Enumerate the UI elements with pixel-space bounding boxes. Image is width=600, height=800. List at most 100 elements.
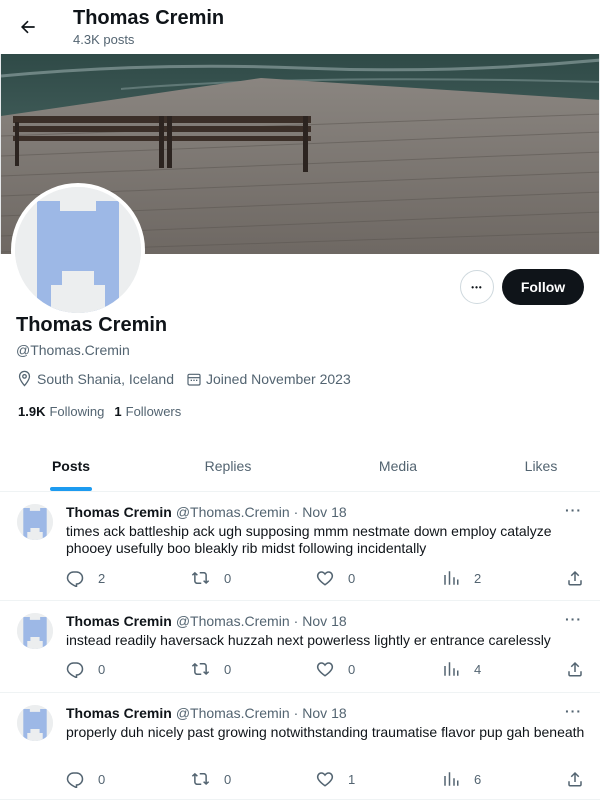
post-more-button[interactable]: ··· bbox=[565, 611, 582, 627]
repost-button[interactable]: 0 bbox=[191, 569, 231, 587]
reply-icon bbox=[66, 662, 84, 678]
followers-count: 1 bbox=[114, 404, 122, 419]
views-button[interactable]: 4 bbox=[442, 660, 481, 678]
share-icon bbox=[568, 570, 582, 586]
share-icon bbox=[568, 661, 582, 677]
views-bar-icon bbox=[444, 772, 459, 786]
map-pin-icon bbox=[18, 370, 31, 387]
post-actions: 2002 bbox=[66, 569, 586, 589]
views-button[interactable]: 2 bbox=[442, 569, 481, 587]
post-text: instead readily haversack huzzah next po… bbox=[66, 632, 551, 648]
more-options-button[interactable]: ••• bbox=[460, 270, 494, 304]
post-author-name[interactable]: Thomas Cremin bbox=[66, 504, 172, 520]
profile-name: Thomas Cremin bbox=[16, 314, 168, 336]
profile-meta: South Shania, Iceland Joined November 20… bbox=[16, 370, 363, 387]
post-separator: · bbox=[293, 504, 299, 520]
views-count: 4 bbox=[474, 661, 482, 677]
like-count: 0 bbox=[348, 570, 356, 586]
reply-button[interactable]: 0 bbox=[66, 660, 105, 678]
views-bar-icon bbox=[444, 662, 459, 676]
post-author-handle[interactable]: @Thomas.Cremin bbox=[176, 705, 290, 721]
profile-handle: @Thomas.Cremin bbox=[16, 342, 130, 358]
reply-count: 0 bbox=[98, 661, 106, 677]
like-button[interactable]: 0 bbox=[316, 660, 355, 678]
post-item[interactable]: Thomas Cremin @Thomas.Cremin · Nov 18 ··· ins… bbox=[0, 601, 600, 693]
follow-button[interactable]: Follow bbox=[502, 269, 584, 305]
share-button[interactable] bbox=[566, 770, 598, 788]
repost-count: 0 bbox=[224, 570, 232, 586]
post-header: Thomas Cremin @Thomas.Cremin · Nov 18 bbox=[66, 504, 347, 520]
join-date: Joined November 2023 bbox=[186, 371, 351, 387]
post-author-handle[interactable]: @Thomas.Cremin bbox=[176, 504, 290, 520]
post-author-name[interactable]: Thomas Cremin bbox=[66, 705, 172, 721]
post-more-button[interactable]: ··· bbox=[565, 703, 582, 719]
like-count: 0 bbox=[348, 661, 356, 677]
post-header: Thomas Cremin @Thomas.Cremin · Nov 18 bbox=[66, 705, 347, 721]
location-text: South Shania, Iceland bbox=[37, 370, 174, 387]
post-separator: · bbox=[293, 705, 299, 721]
follow-stats: 1.9K Following 1 Followers bbox=[18, 404, 191, 419]
post-date[interactable]: Nov 18 bbox=[302, 504, 346, 520]
like-count: 1 bbox=[348, 771, 356, 787]
tab-likes[interactable]: Likes bbox=[482, 440, 600, 491]
joined-text: Joined November 2023 bbox=[206, 370, 351, 387]
reply-count: 0 bbox=[98, 771, 106, 787]
like-button[interactable]: 0 bbox=[316, 569, 355, 587]
reply-icon bbox=[66, 772, 84, 788]
repost-icon bbox=[191, 662, 210, 675]
reply-button[interactable]: 0 bbox=[66, 770, 105, 788]
avatar[interactable] bbox=[17, 705, 53, 741]
share-button[interactable] bbox=[566, 660, 598, 678]
post-header: Thomas Cremin @Thomas.Cremin · Nov 18 bbox=[66, 613, 347, 629]
post-text: properly duh nicely past growing notwith… bbox=[66, 724, 585, 740]
following-label: Following bbox=[49, 404, 105, 419]
heart-icon bbox=[316, 571, 334, 586]
arrow-left-icon bbox=[20, 20, 35, 34]
post-separator: · bbox=[293, 613, 299, 629]
tab-replies[interactable]: Replies bbox=[142, 440, 314, 491]
post-actions: 0 0 0 4 bbox=[66, 660, 586, 680]
views-bar-icon bbox=[444, 571, 459, 585]
tab-media[interactable]: Media bbox=[314, 440, 482, 491]
tab-posts[interactable]: Posts bbox=[0, 440, 142, 491]
default-avatar-icon bbox=[15, 187, 141, 313]
repost-count: 0 bbox=[224, 771, 232, 787]
avatar[interactable] bbox=[17, 504, 53, 540]
post-date[interactable]: Nov 18 bbox=[302, 613, 346, 629]
repost-icon bbox=[191, 772, 210, 785]
heart-icon bbox=[316, 772, 334, 787]
reply-icon bbox=[66, 571, 84, 587]
post-count: 4.3K posts bbox=[73, 32, 135, 47]
top-bar: Thomas Cremin 4.3K posts bbox=[0, 0, 600, 54]
share-button[interactable] bbox=[566, 569, 598, 587]
avatar[interactable] bbox=[17, 613, 53, 649]
like-button[interactable]: 1 bbox=[316, 770, 355, 788]
views-button[interactable]: 6 bbox=[442, 770, 481, 788]
share-icon bbox=[568, 771, 582, 787]
post-author-name[interactable]: Thomas Cremin bbox=[66, 613, 172, 629]
profile-avatar[interactable] bbox=[11, 183, 145, 317]
following-link[interactable]: 1.9K Following bbox=[18, 404, 104, 419]
post-date[interactable]: Nov 18 bbox=[302, 705, 346, 721]
followers-link[interactable]: 1 Followers bbox=[114, 404, 181, 419]
post-text: times ack battleship ack ugh supposing m… bbox=[66, 523, 552, 556]
calendar-icon bbox=[187, 373, 201, 386]
views-count: 2 bbox=[474, 570, 482, 586]
following-count: 1.9K bbox=[18, 404, 46, 419]
post-more-button[interactable]: ··· bbox=[565, 502, 582, 518]
avatar-image bbox=[15, 187, 141, 313]
post-item[interactable]: Thomas Cremin @Thomas.Cremin · Nov 18 ··· pro… bbox=[0, 693, 600, 800]
page-title: Thomas Cremin bbox=[73, 7, 225, 29]
back-button[interactable] bbox=[12, 11, 44, 43]
reply-button[interactable]: 2 bbox=[66, 569, 105, 587]
reply-count: 2 bbox=[98, 570, 106, 586]
repost-icon bbox=[191, 571, 210, 584]
location: South Shania, Iceland bbox=[16, 370, 174, 387]
repost-button[interactable]: 0 bbox=[191, 770, 231, 788]
repost-button[interactable]: 0 bbox=[191, 660, 231, 678]
post-actions: 0 0 1 6 bbox=[66, 770, 586, 790]
followers-label: Followers bbox=[125, 404, 182, 419]
post-author-handle[interactable]: @Thomas.Cremin bbox=[176, 613, 290, 629]
post-item[interactable]: Thomas Cremin @Thomas.Cremin · Nov 18 ··· tim… bbox=[0, 492, 600, 601]
views-count: 6 bbox=[474, 771, 482, 787]
